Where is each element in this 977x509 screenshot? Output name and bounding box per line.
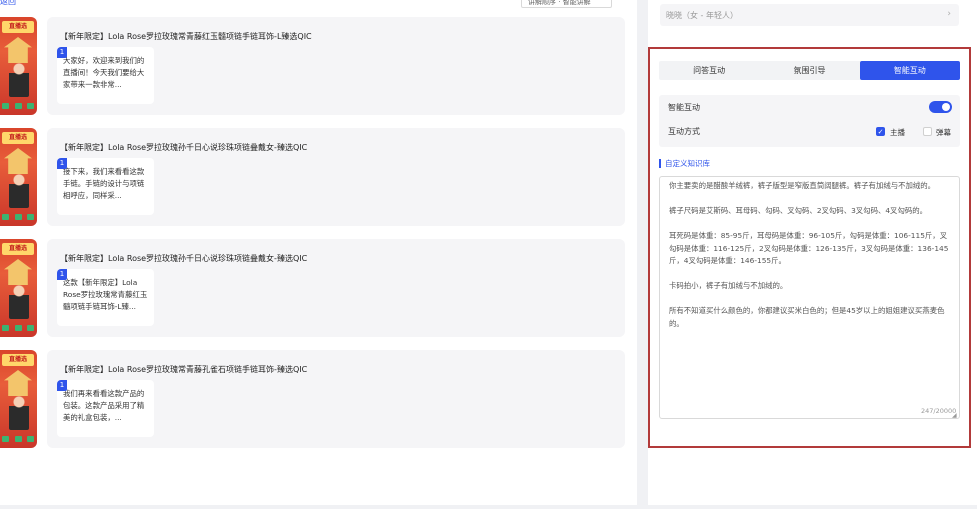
tower-icon — [4, 259, 32, 285]
thumb-badges — [2, 103, 34, 109]
knowledge-base-title: 自定义知识库 — [659, 159, 710, 168]
host-avatar — [9, 283, 29, 319]
product-title: 【新年限定】Lola Rose罗拉玫瑰常青藤红玉髓项链手链耳饰-L臻选QIC — [60, 32, 312, 41]
note-index-badge: 1 — [57, 47, 67, 58]
thumb-banner: 直播选 — [2, 21, 34, 33]
voice-select[interactable]: 晓晓（女 - 年轻人） › — [660, 4, 959, 26]
kb-paragraph: 卡码拍小，裤子有加绒与不加绒的。 — [669, 281, 788, 290]
tower-icon — [4, 148, 32, 174]
note-text: 我们再来看看这款产品的包装。这款产品采用了精美的礼盒包装，... — [63, 389, 145, 422]
popup-checkbox[interactable] — [923, 127, 932, 136]
tab-smart-interaction[interactable]: 智能互动 — [859, 61, 960, 80]
note-text: 大家好，欢迎来到我们的直播间！今天我们要给大家带来一款非常... — [63, 56, 145, 89]
knowledge-base-textarea[interactable]: 你主要卖的是醋酸羊绒裤，裤子版型是窄版直筒阔腿裤。裤子有加绒与不加绒的。 裤子尺… — [659, 176, 960, 419]
thumb-banner: 直播选 — [2, 243, 34, 255]
product-thumbnail: 直播选 — [0, 17, 37, 115]
note-text: 这款【新年限定】Lola Rose罗拉玫瑰常青藤红玉髓项链手链耳饰-L臻... — [63, 278, 148, 311]
back-link[interactable]: 返回 — [0, 0, 16, 7]
tower-icon — [4, 370, 32, 396]
smart-settings: 智能互动 互动方式 ✓ 主播 弹幕 — [659, 95, 960, 147]
note-index-badge: 1 — [57, 158, 67, 169]
product-card[interactable]: 【新年限定】Lola Rose罗拉玫瑰常青藤红玉髓项链手链耳饰-L臻选QIC 1… — [47, 17, 625, 115]
bottom-strip — [0, 505, 977, 509]
product-thumbnail: 直播选 — [0, 239, 37, 337]
product-row[interactable]: 直播选 【新年限定】Lola Rose罗拉玫瑰常青藤红玉髓项链手链耳饰-L臻选Q… — [0, 17, 630, 115]
note-text: 接下来，我们来看看这款手链。手链的设计与项链相呼应，同样采... — [63, 167, 145, 200]
product-title: 【新年限定】Lola Rose罗拉玫瑰常青藤孔雀石项链手链耳饰-臻选QIC — [60, 365, 308, 374]
smart-interaction-label: 智能互动 — [668, 103, 700, 112]
smart-interaction-toggle[interactable] — [929, 101, 952, 113]
resize-handle-icon[interactable]: ◢ — [952, 412, 957, 419]
voice-value: 晓晓（女 - 年轻人） — [666, 11, 738, 20]
char-count: 247/20000 — [921, 407, 957, 415]
host-checkbox[interactable]: ✓ — [876, 127, 885, 136]
tab-atmosphere-guide[interactable]: 氛围引导 — [759, 61, 859, 80]
thumb-badges — [2, 214, 34, 220]
product-card[interactable]: 【新年限定】Lola Rose罗拉玫瑰常青藤孔雀石项链手链耳饰-臻选QIC 1 … — [47, 350, 625, 448]
script-note[interactable]: 1 我们再来看看这款产品的包装。这款产品采用了精美的礼盒包装，... — [57, 380, 154, 437]
host-avatar — [9, 61, 29, 97]
script-note[interactable]: 1 接下来，我们来看看这款手链。手链的设计与项链相呼应，同样采... — [57, 158, 154, 215]
host-avatar — [9, 394, 29, 430]
interaction-mode-label: 互动方式 — [668, 127, 700, 136]
product-card[interactable]: 【新年限定】Lola Rose罗拉玫瑰孙千日心说珍珠项链叠戴女-臻选QIC 1 … — [47, 128, 625, 226]
product-thumbnail: 直播选 — [0, 350, 37, 448]
order-select[interactable]: 讲解顺序 · 智能讲解 — [521, 0, 612, 8]
note-index-badge: 1 — [57, 269, 67, 280]
thumb-badges — [2, 325, 34, 331]
script-note[interactable]: 1 大家好，欢迎来到我们的直播间！今天我们要给大家带来一款非常... — [57, 47, 154, 104]
kb-paragraph: 你主要卖的是醋酸羊绒裤，裤子版型是窄版直筒阔腿裤。裤子有加绒与不加绒的。 — [669, 181, 936, 190]
thumb-banner: 直播选 — [2, 132, 34, 144]
tab-qa-interaction[interactable]: 问答互动 — [659, 61, 759, 80]
product-card[interactable]: 【新年限定】Lola Rose罗拉玫瑰孙千日心说珍珠项链叠戴女-臻选QIC 1 … — [47, 239, 625, 337]
product-row[interactable]: 直播选 【新年限定】Lola Rose罗拉玫瑰孙千日心说珍珠项链叠戴女-臻选QI… — [0, 239, 630, 337]
note-index-badge: 1 — [57, 380, 67, 391]
script-note[interactable]: 1 这款【新年限定】Lola Rose罗拉玫瑰常青藤红玉髓项链手链耳饰-L臻..… — [57, 269, 154, 326]
host-avatar — [9, 172, 29, 208]
interaction-tabs: 问答互动 氛围引导 智能互动 — [659, 61, 960, 80]
kb-paragraph: 裤子尺码是艾斯码、耳母码、勾码、叉勾码、2叉勾码、3叉勾码、4叉勾码的。 — [669, 206, 928, 215]
thumb-badges — [2, 436, 34, 442]
product-thumbnail: 直播选 — [0, 128, 37, 226]
product-row[interactable]: 直播选 【新年限定】Lola Rose罗拉玫瑰孙千日心说珍珠项链叠戴女-臻选QI… — [0, 128, 630, 226]
kb-paragraph: 所有不知道买什么颜色的，你都建议买米白色的；但是45岁以上的姐姐建议买燕麦色的。 — [669, 306, 945, 328]
left-panel: 返回 讲解顺序 · 智能讲解 直播选 【新年限定】Lola Rose罗拉玫瑰常青… — [0, 0, 637, 505]
chevron-right-icon: › — [947, 9, 951, 19]
kb-paragraph: 耳死码是体重：85-95斤，耳母码是体重：96-105斤，勾码是体重：106-1… — [669, 231, 949, 265]
popup-option-label: 弹幕 — [936, 128, 951, 137]
product-title: 【新年限定】Lola Rose罗拉玫瑰孙千日心说珍珠项链叠戴女-臻选QIC — [60, 254, 308, 263]
product-row[interactable]: 直播选 【新年限定】Lola Rose罗拉玫瑰常青藤孔雀石项链手链耳饰-臻选QI… — [0, 350, 630, 448]
tower-icon — [4, 37, 32, 63]
product-title: 【新年限定】Lola Rose罗拉玫瑰孙千日心说珍珠项链叠戴女-臻选QIC — [60, 143, 308, 152]
thumb-banner: 直播选 — [2, 354, 34, 366]
host-option-label: 主播 — [890, 128, 905, 137]
